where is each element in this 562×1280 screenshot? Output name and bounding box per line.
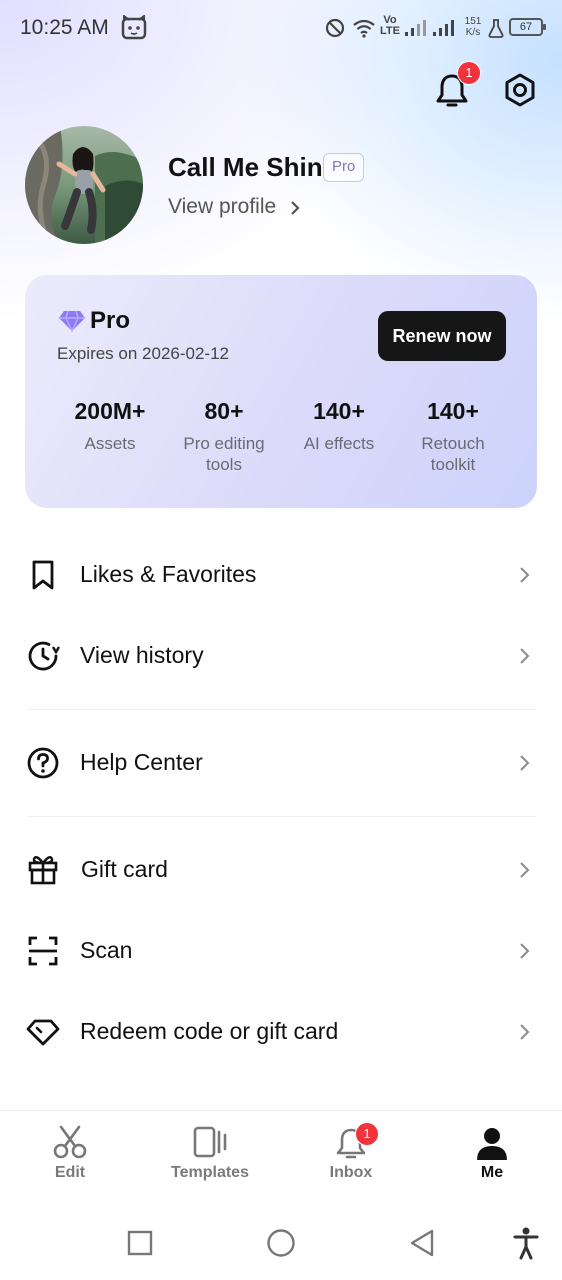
stat-assets: 200M+ Assets [45,398,175,454]
chevron-right-icon [520,943,530,959]
stat-pro-editing-tools: 80+ Pro editing tools [159,398,289,475]
view-profile-link[interactable]: View profile [168,195,276,219]
stat-value: 80+ [204,398,244,424]
nav-label: Edit [54,1164,86,1181]
chevron-right-icon [520,862,530,878]
recents-icon[interactable] [127,1230,153,1256]
nav-label: Inbox [329,1164,373,1181]
profile-name: Call Me Shin [168,152,323,182]
cat-app-icon [120,13,148,46]
avatar[interactable] [25,126,143,244]
inbox-badge: 1 [355,1122,379,1146]
nav-label: Templates [171,1164,249,1181]
gift-icon [28,856,58,885]
nav-me[interactable]: Me [442,1122,542,1192]
pro-card-title: Pro [90,307,131,334]
stat-retouch-toolkit: 140+ Retouch toolkit [388,398,518,475]
status-bar: 10:25 AM Vo LTE 151 K/s 67 [0,0,562,58]
avatar-photo [25,126,143,244]
menu-scan[interactable]: Scan [0,916,562,986]
menu-label: Gift card [81,856,168,882]
flask-icon [488,18,504,43]
stat-value: 200M+ [74,398,146,424]
stat-value: 140+ [427,398,479,424]
nav-label: Me [480,1164,504,1181]
nav-edit[interactable]: Edit [20,1122,120,1192]
history-icon [28,641,60,671]
stat-label: AI effects [303,434,375,453]
menu-label: Scan [80,937,133,963]
scissors-icon [53,1125,87,1159]
menu-label: Redeem code or gift card [80,1018,339,1044]
pro-badge: Pro [323,153,365,182]
accessibility-icon[interactable] [512,1226,540,1260]
bookmark-icon [32,560,54,590]
menu-label: Help Center [80,749,203,775]
templates-icon [193,1126,227,1158]
stat-label: Assets [84,434,136,453]
stat-label: Pro editing tools [183,434,265,474]
home-icon[interactable] [266,1228,296,1258]
stat-ai-effects: 140+ AI effects [274,398,404,454]
nav-inbox[interactable]: 1 Inbox [301,1122,401,1192]
notifications-button[interactable]: 1 [432,61,481,112]
back-icon[interactable] [408,1228,436,1258]
renew-now-button[interactable]: Renew now [378,311,506,361]
lte-indicator: Vo LTE [380,14,400,37]
menu-help-center[interactable]: Help Center [0,728,562,798]
network-speed: 151 K/s [464,16,482,38]
scan-icon [28,936,58,966]
divider [28,816,536,817]
wifi-icon [352,18,376,43]
system-navigation-bar [0,1202,562,1280]
divider [28,709,536,710]
signal-2-icon [432,19,456,42]
diamond-icon [59,310,85,333]
menu-gift-card[interactable]: Gift card [0,835,562,905]
person-icon [477,1128,507,1160]
help-icon [27,747,59,779]
menu-likes-favorites[interactable]: Likes & Favorites [0,540,562,610]
menu-redeem-code[interactable]: Redeem code or gift card [0,997,562,1067]
chevron-right-icon [520,1024,530,1040]
pro-expiry-date: Expires on 2026-02-12 [57,344,230,363]
stat-value: 140+ [313,398,365,424]
notification-badge: 1 [457,61,481,85]
chevron-right-icon [520,648,530,664]
nav-templates[interactable]: Templates [160,1122,260,1192]
chevron-right-icon [291,201,300,215]
chevron-right-icon [520,755,530,771]
dnd-icon [325,18,345,43]
battery-indicator: 67 [509,18,546,36]
menu-label: View history [80,642,204,668]
menu-view-history[interactable]: View history [0,621,562,691]
settings-button[interactable] [500,70,540,110]
menu-label: Likes & Favorites [80,561,257,587]
signal-1-icon [404,19,428,42]
status-time: 10:25 AM [20,16,109,39]
diamond-outline-icon [26,1019,60,1046]
stat-label: Retouch toolkit [421,434,485,474]
chevron-right-icon [520,567,530,583]
settings-icon [505,73,535,107]
